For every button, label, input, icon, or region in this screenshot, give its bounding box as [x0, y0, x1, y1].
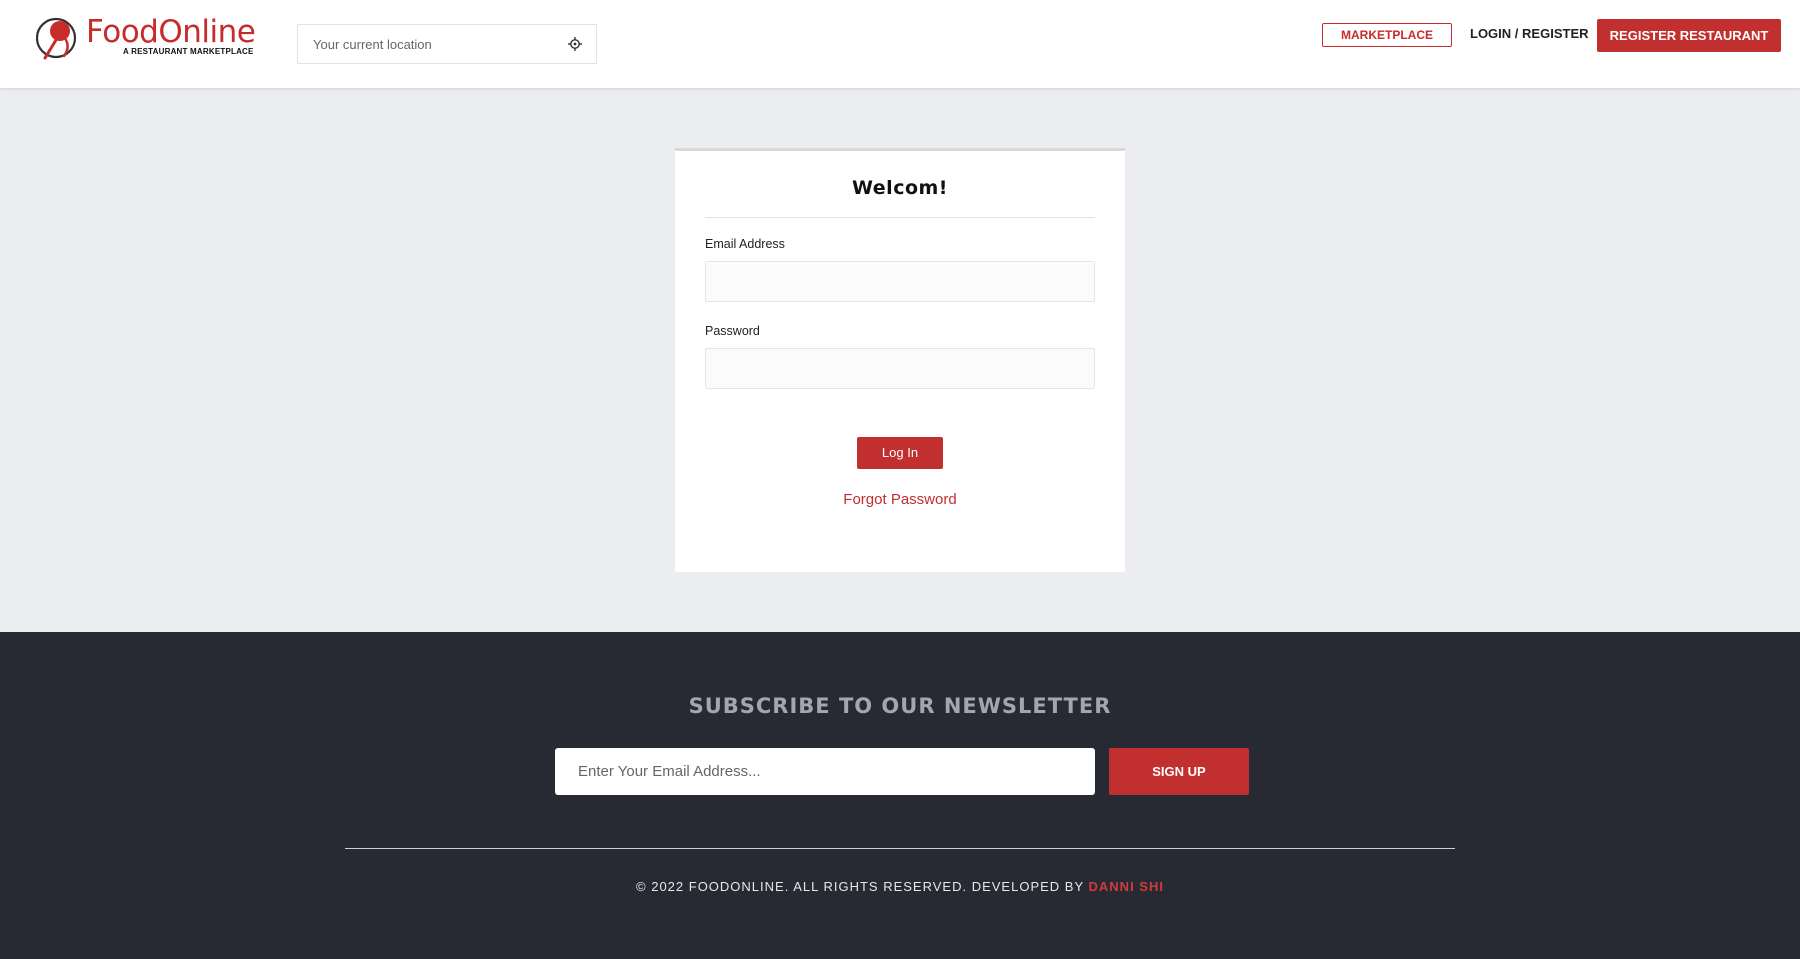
login-card: Welcom! Email Address Password Log In Fo… [675, 148, 1125, 572]
logo-icon [36, 17, 77, 60]
register-link[interactable]: REGISTER [1522, 26, 1588, 41]
copyright-text: © 2022 FOODONLINE. ALL RIGHTS RESERVED. … [0, 879, 1800, 894]
brand-tagline: A RESTAURANT MARKETPLACE [123, 47, 254, 56]
brand-logo[interactable]: FoodOnline A RESTAURANT MARKETPLACE [36, 14, 256, 60]
developer-link[interactable]: DANNI SHI [1089, 879, 1164, 894]
newsletter-email-input[interactable] [555, 748, 1095, 795]
login-button[interactable]: Log In [857, 437, 943, 469]
site-header: FoodOnline A RESTAURANT MARKETPLACE MARK… [0, 0, 1800, 88]
marketplace-button[interactable]: MARKETPLACE [1322, 23, 1452, 47]
newsletter-title: SUBSCRIBE TO OUR NEWSLETTER [688, 694, 1112, 718]
signup-button[interactable]: SIGN UP [1109, 748, 1249, 795]
register-restaurant-button[interactable]: REGISTER RESTAURANT [1597, 19, 1781, 52]
password-field[interactable] [705, 348, 1095, 389]
site-footer: SUBSCRIBE TO OUR NEWSLETTER SIGN UP © 20… [0, 632, 1800, 959]
email-label: Email Address [705, 237, 785, 251]
login-register-links: LOGIN / REGISTER [1470, 26, 1589, 41]
crosshair-icon[interactable] [568, 37, 582, 51]
login-register-separator: / [1514, 26, 1519, 41]
footer-divider [345, 848, 1455, 849]
login-title: Welcom! [852, 177, 948, 199]
copyright-notice: © 2022 FOODONLINE. ALL RIGHTS RESERVED. … [636, 879, 1089, 894]
forgot-password-link[interactable]: Forgot Password [675, 491, 1125, 508]
brand-name: FoodOnline [86, 14, 256, 50]
location-search [297, 24, 597, 64]
newsletter-email-wrapper [555, 748, 1095, 795]
password-label: Password [705, 324, 760, 338]
login-link[interactable]: LOGIN [1470, 26, 1511, 41]
location-input[interactable] [298, 25, 548, 63]
email-field[interactable] [705, 261, 1095, 302]
title-divider [705, 217, 1095, 218]
